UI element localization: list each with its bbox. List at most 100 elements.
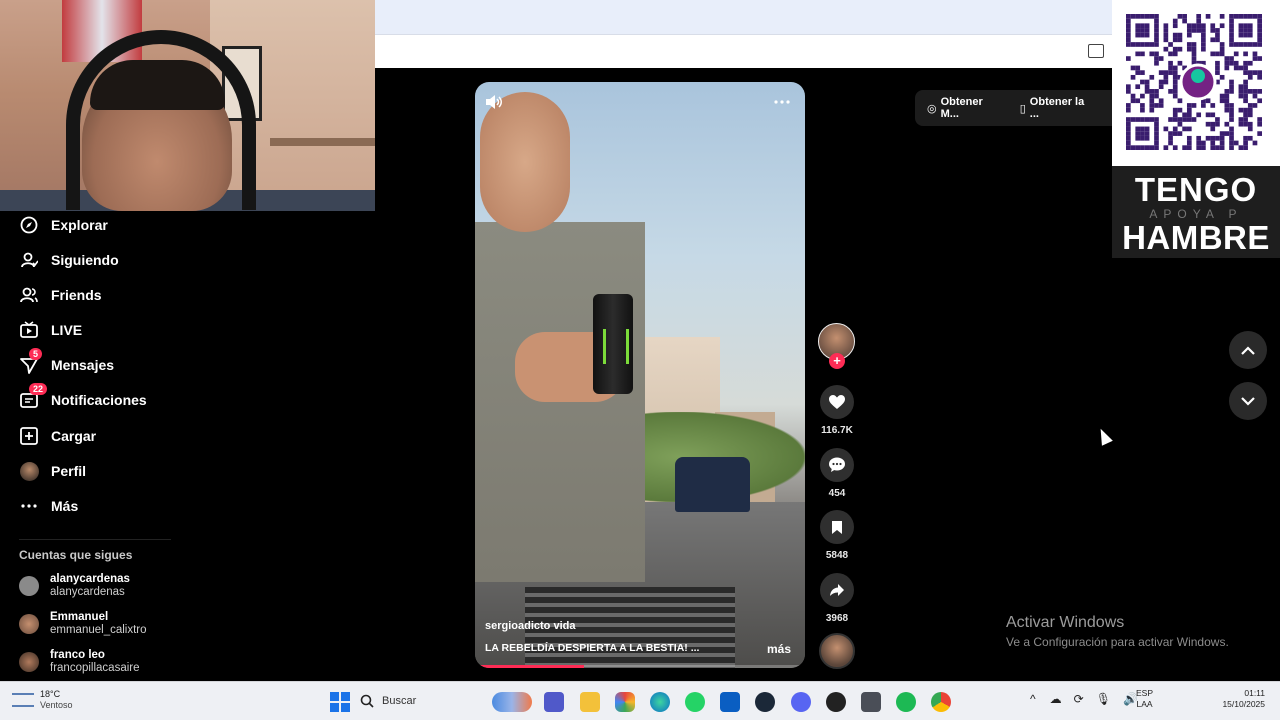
weather-widget[interactable]: 18°C Ventoso bbox=[12, 689, 73, 711]
video-player[interactable]: sergioadicto vida LA REBELDÍA DESPIERTA … bbox=[475, 82, 805, 668]
video-scene-can bbox=[593, 294, 633, 394]
calculator-icon[interactable] bbox=[861, 692, 881, 712]
video-author[interactable]: sergioadicto vida bbox=[485, 620, 575, 632]
bookmark-button[interactable] bbox=[820, 510, 854, 544]
mouse-cursor bbox=[1095, 426, 1113, 446]
sidebar-item-label: LIVE bbox=[51, 322, 83, 338]
sidebar-item-friends[interactable]: Friends bbox=[19, 283, 102, 307]
comment-button[interactable] bbox=[820, 448, 854, 482]
search-highlight-icon[interactable] bbox=[492, 692, 532, 712]
followed-account[interactable]: Emmanuel emmanuel_calixtro bbox=[19, 609, 147, 639]
more-options-icon[interactable] bbox=[773, 92, 791, 108]
divider bbox=[19, 539, 171, 540]
sidebar-item-explorar[interactable]: Explorar bbox=[19, 213, 108, 237]
sidebar-item-cargar[interactable]: Cargar bbox=[19, 424, 96, 448]
previous-video-button[interactable] bbox=[1229, 331, 1267, 369]
sidebar-item-live[interactable]: LIVE bbox=[19, 318, 82, 342]
desktop-app-icon: ◎ bbox=[927, 102, 937, 115]
sidebar-item-notificaciones[interactable]: 22 Notificaciones bbox=[19, 383, 147, 412]
following-icon bbox=[19, 250, 39, 270]
promo-line1: TENGO bbox=[1134, 171, 1258, 208]
like-count: 116.7K bbox=[821, 425, 853, 436]
sidebar-item-perfil[interactable]: Perfil bbox=[19, 459, 86, 483]
sidebar-item-label: Perfil bbox=[51, 463, 87, 479]
spotify-icon[interactable] bbox=[896, 692, 916, 712]
windows-logo-tile bbox=[330, 692, 339, 701]
share-button[interactable] bbox=[820, 573, 854, 607]
followed-account[interactable]: franco leo francopillacasaire bbox=[19, 647, 140, 677]
account-handle: alanycardenas bbox=[50, 586, 125, 598]
account-name: alanycardenas bbox=[50, 573, 130, 585]
language-indicator[interactable]: ESP LAA bbox=[1136, 688, 1153, 710]
caption-more-link[interactable]: más bbox=[767, 642, 791, 656]
get-desktop-app-button[interactable]: ◎ Obtener M... bbox=[927, 96, 1004, 120]
teams-icon[interactable] bbox=[544, 692, 564, 712]
messages-badge: 5 bbox=[29, 348, 43, 360]
followed-account[interactable]: alanycardenas alanycardenas bbox=[19, 571, 130, 601]
file-explorer-icon[interactable] bbox=[580, 692, 600, 712]
steam-icon[interactable] bbox=[755, 692, 775, 712]
music-disc-avatar[interactable] bbox=[819, 633, 855, 669]
chevron-up-icon[interactable]: ^ bbox=[1030, 692, 1036, 706]
like-button[interactable] bbox=[820, 385, 854, 419]
taskbar-search[interactable]: Buscar bbox=[360, 689, 490, 713]
chevron-down-icon bbox=[1241, 396, 1255, 406]
promo-line3: HAMBRE bbox=[1122, 219, 1270, 256]
account-handle: emmanuel_calixtro bbox=[50, 624, 147, 636]
notifications-icon: 22 bbox=[19, 383, 48, 410]
volume-icon[interactable] bbox=[485, 94, 503, 113]
get-app-label: Obtener M... bbox=[940, 96, 983, 120]
sync-icon[interactable]: ⟳ bbox=[1074, 692, 1084, 706]
avatar bbox=[19, 576, 39, 596]
sidebar-item-siguiendo[interactable]: Siguiendo bbox=[19, 248, 119, 272]
windows-logo-tile bbox=[341, 703, 350, 712]
sidebar-item-mas[interactable]: Más bbox=[19, 494, 78, 518]
more-icon bbox=[19, 496, 39, 516]
save-action: 5848 bbox=[819, 510, 855, 561]
get-mobile-app-button[interactable]: ▯ Obtener la ... bbox=[1020, 96, 1096, 120]
activate-windows-watermark: Activar Windows Ve a Configuración para … bbox=[1006, 614, 1229, 649]
discord-icon[interactable] bbox=[791, 692, 811, 712]
cloud-icon[interactable]: ☁ bbox=[1050, 692, 1062, 706]
windows-logo-tile bbox=[330, 703, 339, 712]
like-action: 116.7K bbox=[819, 385, 855, 436]
comment-icon bbox=[829, 457, 845, 472]
copilot-icon[interactable] bbox=[615, 692, 635, 712]
profile-avatar bbox=[19, 461, 39, 481]
obs-icon[interactable] bbox=[826, 692, 846, 712]
sidebar: Explorar Siguiendo Friends LIVE 5 Mensaj… bbox=[0, 211, 180, 681]
search-placeholder: Buscar bbox=[382, 695, 417, 707]
store-icon[interactable] bbox=[720, 692, 740, 712]
next-video-button[interactable] bbox=[1229, 382, 1267, 420]
share-count: 3968 bbox=[825, 613, 849, 624]
video-scene-police-car bbox=[675, 457, 750, 512]
cast-icon[interactable] bbox=[1088, 44, 1104, 58]
whatsapp-icon[interactable] bbox=[685, 692, 705, 712]
windows-logo-tile bbox=[341, 692, 350, 701]
start-button[interactable] bbox=[330, 692, 350, 712]
video-progress-bar[interactable] bbox=[475, 665, 805, 668]
follow-plus-button[interactable]: + bbox=[829, 353, 845, 369]
messages-icon: 5 bbox=[19, 348, 43, 375]
edge-icon[interactable] bbox=[650, 692, 670, 712]
sidebar-item-label: Siguiendo bbox=[51, 252, 119, 268]
webcam-shelf bbox=[270, 138, 375, 146]
following-accounts-title: Cuentas que sigues bbox=[19, 548, 133, 562]
weather-temperature: 18°C bbox=[40, 689, 61, 699]
friends-icon bbox=[19, 285, 39, 305]
bookmark-icon bbox=[832, 520, 842, 534]
microphone-icon[interactable]: 🎙 bbox=[1096, 692, 1111, 706]
sidebar-item-label: Más bbox=[51, 498, 79, 514]
notifications-badge: 22 bbox=[29, 383, 48, 395]
system-clock[interactable]: 01:11 15/10/2025 bbox=[1212, 688, 1265, 710]
avatar bbox=[19, 614, 39, 634]
sidebar-item-label: Friends bbox=[51, 287, 102, 303]
comment-count: 454 bbox=[828, 488, 846, 499]
sidebar-item-mensajes[interactable]: 5 Mensajes bbox=[19, 348, 115, 377]
share-action: 3968 bbox=[819, 573, 855, 624]
chrome-icon[interactable] bbox=[931, 692, 951, 712]
headphones bbox=[66, 30, 256, 210]
sidebar-item-label: Mensajes bbox=[51, 357, 115, 373]
account-name: Emmanuel bbox=[50, 611, 109, 623]
lang-layout: LAA bbox=[1136, 699, 1153, 709]
